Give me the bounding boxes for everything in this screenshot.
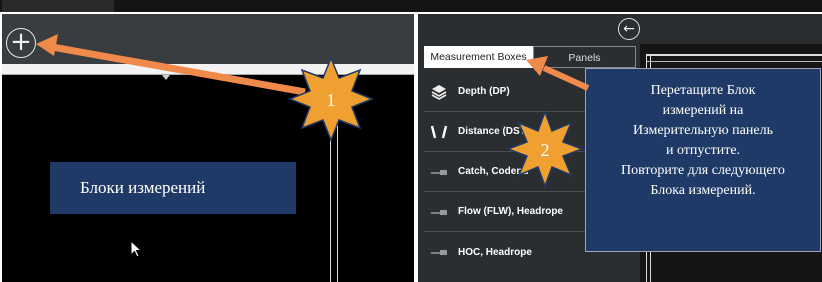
step-number: 2 bbox=[541, 140, 550, 160]
annotation-overlay: 1 2 bbox=[36, 34, 590, 189]
step-2-star-icon: 2 bbox=[505, 109, 585, 189]
step-1-star-icon: 1 bbox=[287, 55, 375, 143]
arrow-icon bbox=[36, 34, 306, 96]
arrow-icon bbox=[526, 56, 590, 91]
step-number: 1 bbox=[327, 90, 336, 110]
